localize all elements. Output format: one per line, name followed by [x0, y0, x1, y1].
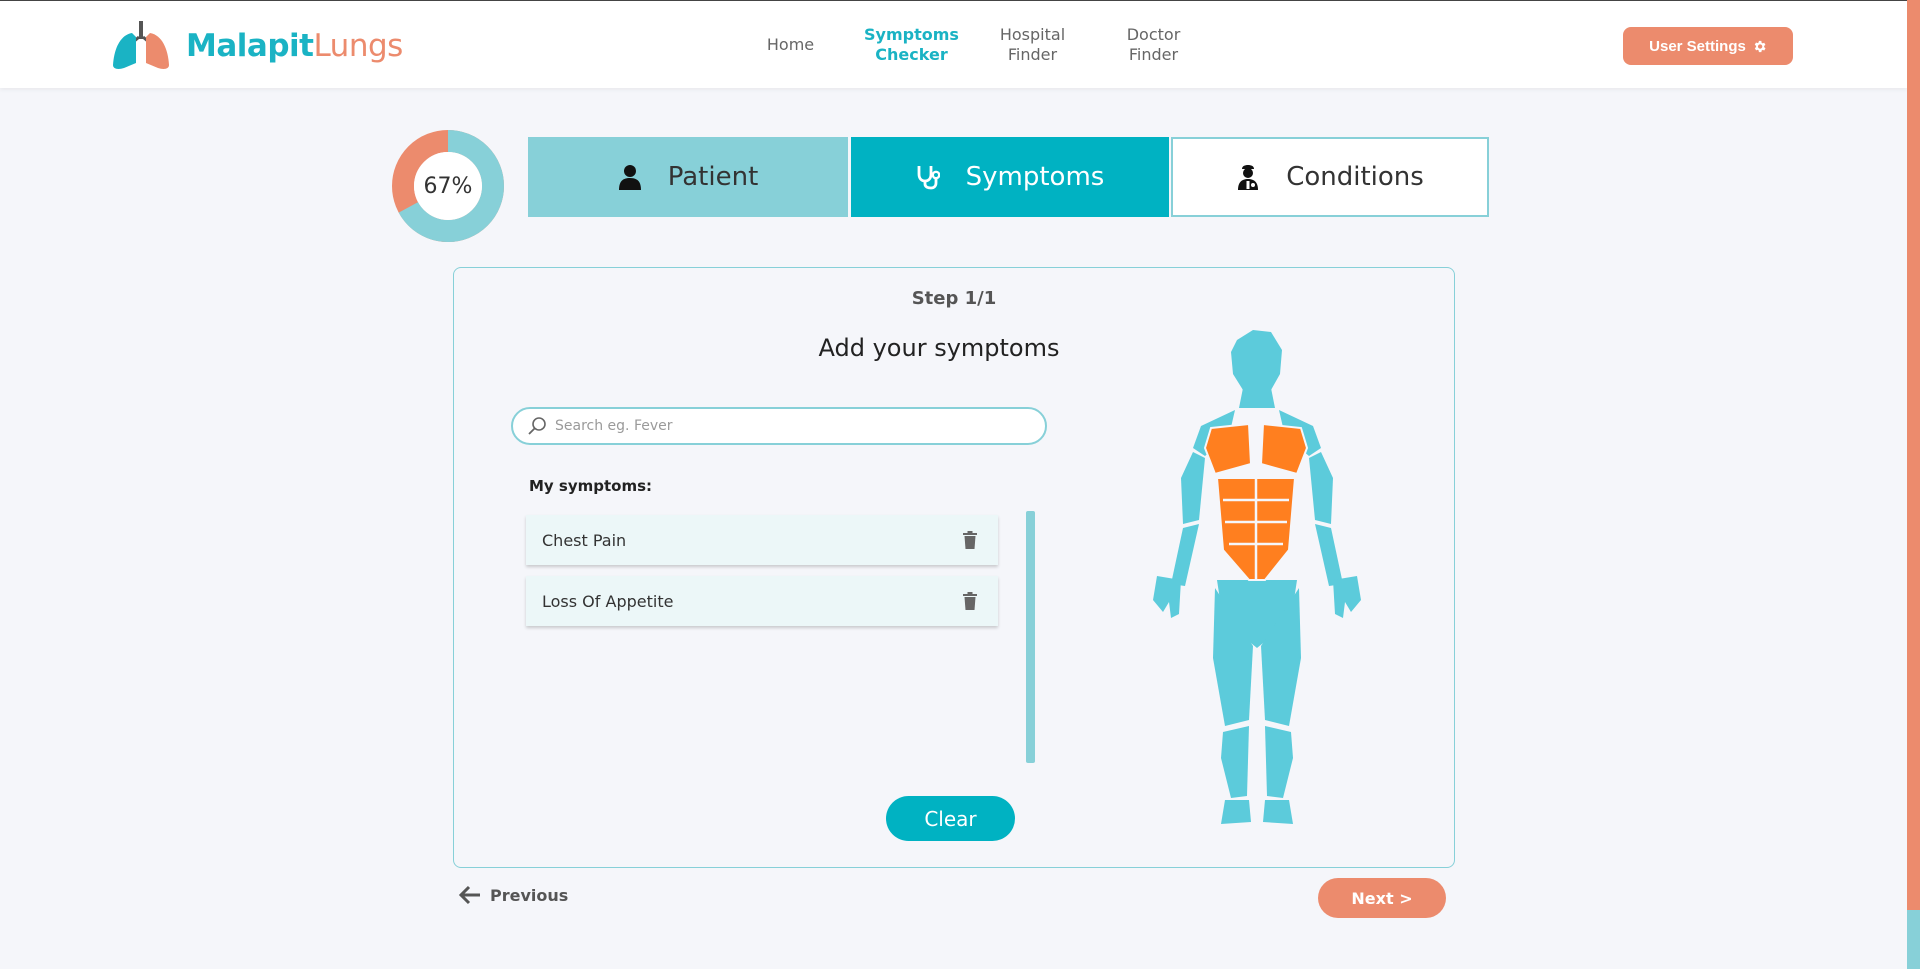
brand-name-part1: Malapit: [186, 28, 314, 64]
tab-patient[interactable]: Patient: [528, 137, 848, 217]
tab-symptoms-label: Symptoms: [965, 162, 1105, 192]
main-nav: Home Symptoms Checker Hospital Finder Do…: [730, 25, 1214, 65]
nav-hospital-finder[interactable]: Hospital Finder: [972, 25, 1093, 65]
previous-label: Previous: [490, 885, 569, 905]
tab-patient-label: Patient: [667, 162, 759, 192]
step-indicator: Step 1/1: [911, 288, 997, 309]
body-chest-left: [1203, 422, 1253, 476]
symptom-item[interactable]: Chest Pain: [526, 515, 998, 565]
tab-symptoms[interactable]: Symptoms: [851, 137, 1169, 217]
person-icon: [618, 165, 641, 190]
top-header: MalapitLungs Home Symptoms Checker Hospi…: [0, 0, 1907, 88]
body-right-upper-arm: [1309, 452, 1333, 524]
card-title-text: Add your symptoms: [818, 334, 1060, 362]
doctor-icon: [1238, 165, 1259, 190]
clear-button[interactable]: Clear: [886, 796, 1015, 841]
trash-icon[interactable]: [962, 592, 978, 610]
body-right-foot: [1263, 800, 1293, 824]
body-left-foot: [1221, 800, 1251, 824]
tab-conditions-label: Conditions: [1286, 162, 1424, 192]
body-head: [1231, 330, 1282, 390]
body-neck: [1239, 388, 1275, 408]
previous-button[interactable]: Previous: [458, 884, 568, 906]
tab-conditions[interactable]: Conditions: [1171, 137, 1489, 217]
nav-home[interactable]: Home: [730, 25, 851, 65]
symptom-list: Chest Pain Loss Of Appetite: [526, 515, 998, 637]
body-right-shin: [1265, 726, 1293, 798]
search-input[interactable]: [555, 418, 1035, 434]
body-map[interactable]: [1149, 328, 1364, 828]
next-button[interactable]: Next >: [1318, 878, 1446, 918]
brand-logo[interactable]: MalapitLungs: [112, 21, 403, 71]
body-left-shin: [1221, 726, 1249, 798]
lungs-icon: [113, 21, 169, 69]
body-left-forearm: [1171, 524, 1199, 586]
symptom-list-scrollbar[interactable]: [1026, 511, 1035, 763]
user-settings-button[interactable]: User Settings: [1623, 27, 1793, 65]
symptom-item[interactable]: Loss Of Appetite: [526, 576, 998, 626]
body-chest-right: [1259, 422, 1309, 476]
user-settings-label: User Settings: [1649, 37, 1746, 55]
symptom-search[interactable]: [511, 407, 1047, 445]
body-right-hand: [1333, 576, 1361, 618]
arrow-left-icon: [458, 885, 480, 905]
my-symptoms-label: My symptoms:: [529, 477, 653, 495]
brand-name-part2: Lungs: [313, 28, 403, 64]
symptom-name: Loss Of Appetite: [542, 591, 674, 611]
body-right-forearm: [1315, 524, 1343, 586]
body-left-hand: [1153, 576, 1181, 618]
stethoscope-icon: [917, 166, 940, 190]
gear-icon: [1754, 40, 1766, 52]
search-icon: [528, 417, 546, 435]
page-scrollbar-end: [1907, 910, 1920, 969]
trash-icon[interactable]: [962, 531, 978, 549]
brand-name: MalapitLungs: [186, 28, 403, 64]
nav-symptoms-checker[interactable]: Symptoms Checker: [851, 25, 972, 65]
symptom-name: Chest Pain: [542, 530, 627, 550]
symptoms-card: Step 1/1 Add your symptoms My symptoms: …: [453, 267, 1455, 868]
progress-percent: 67%: [423, 173, 473, 199]
nav-doctor-finder[interactable]: Doctor Finder: [1093, 25, 1214, 65]
body-left-upper-arm: [1181, 452, 1205, 524]
page-scrollbar-thumb[interactable]: [1907, 0, 1920, 910]
